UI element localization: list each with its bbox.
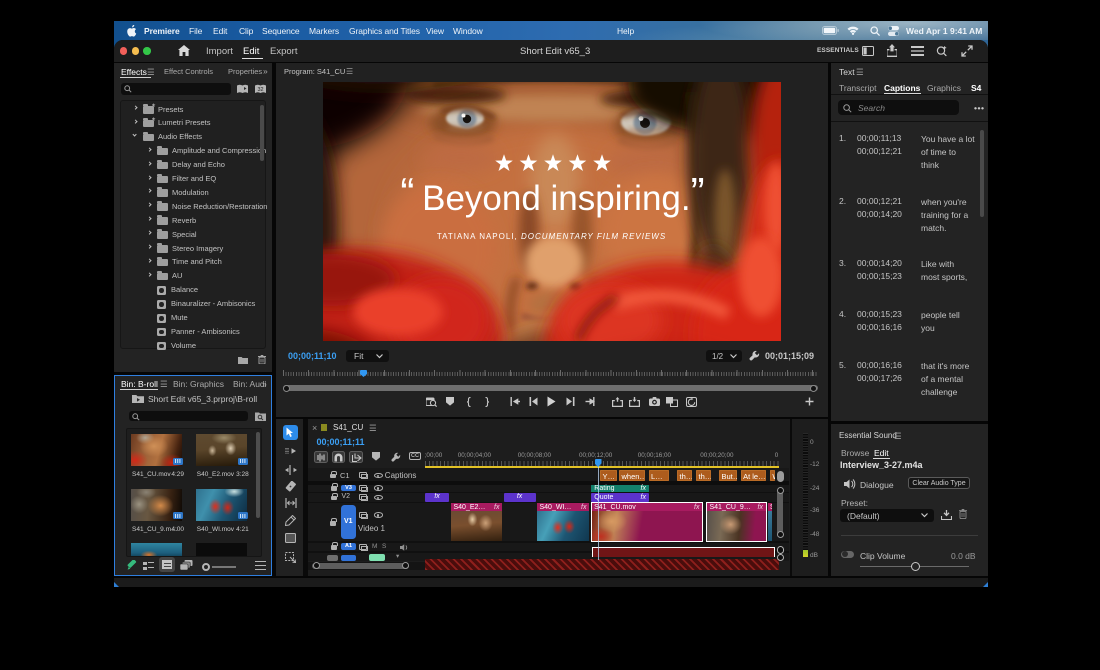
svg-text:32: 32 bbox=[257, 87, 263, 93]
